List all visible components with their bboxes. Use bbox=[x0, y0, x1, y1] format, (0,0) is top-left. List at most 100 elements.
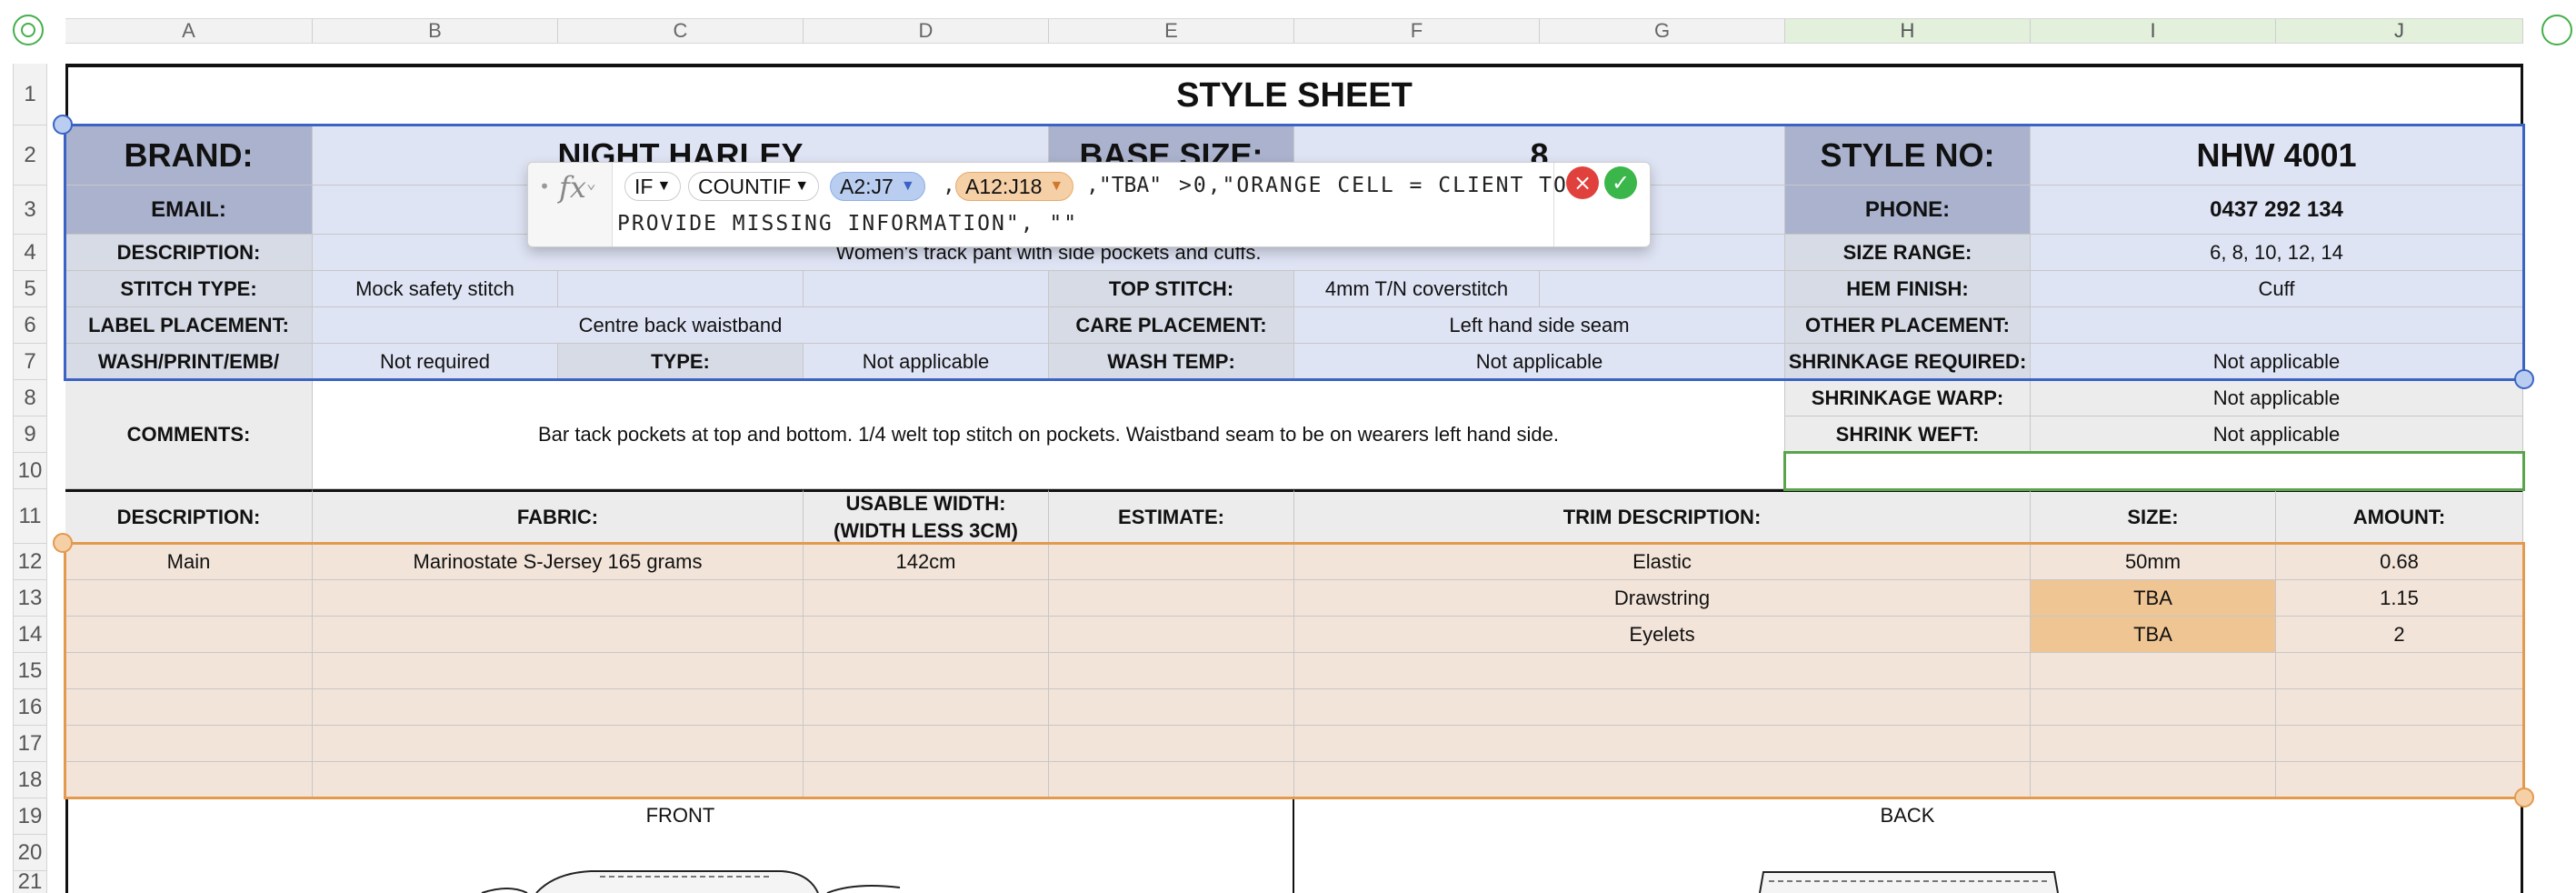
row-header-2[interactable]: 2 bbox=[13, 125, 47, 186]
sheet-title[interactable]: STYLE SHEET bbox=[65, 64, 2523, 125]
column-header-d[interactable]: D bbox=[804, 18, 1049, 44]
table-row-12-amount[interactable]: 0.68 bbox=[2276, 544, 2523, 580]
table-row[interactable] bbox=[65, 689, 313, 726]
row-header-16[interactable]: 16 bbox=[13, 689, 47, 726]
row-header-14[interactable]: 14 bbox=[13, 617, 47, 653]
row-header-1[interactable]: 1 bbox=[13, 64, 47, 125]
style-no-value[interactable]: NHW 4001 bbox=[2031, 125, 2523, 186]
cancel-formula-button[interactable]: × bbox=[1566, 166, 1599, 199]
table-row[interactable] bbox=[313, 726, 804, 762]
phone-value[interactable]: 0437 292 134 bbox=[2031, 186, 2523, 235]
row-header-5[interactable]: 5 bbox=[13, 271, 47, 307]
type-value[interactable]: Not applicable bbox=[804, 344, 1049, 380]
amount-header[interactable]: AMOUNT: bbox=[2276, 489, 2523, 544]
shrinkage-value[interactable]: Not applicable bbox=[2031, 344, 2523, 380]
token-range-a12-j18[interactable]: A12:J18 ▼ bbox=[955, 172, 1074, 201]
column-header-j[interactable]: J bbox=[2276, 18, 2523, 44]
table-row-13-trim[interactable]: Drawstring bbox=[1294, 580, 2031, 617]
table-row[interactable] bbox=[804, 762, 1049, 798]
brand-label[interactable]: BRAND: bbox=[65, 125, 313, 186]
table-row[interactable] bbox=[1049, 726, 1294, 762]
table-row-12-width[interactable]: 142cm bbox=[804, 544, 1049, 580]
function-button[interactable]: • fx ⌄ bbox=[528, 163, 613, 246]
stitch-type-value[interactable]: Mock safety stitch bbox=[313, 271, 558, 307]
column-header-f[interactable]: F bbox=[1294, 18, 1540, 44]
accept-formula-button[interactable]: ✓ bbox=[1604, 166, 1637, 199]
token-if[interactable]: IF ▼ bbox=[624, 172, 682, 201]
column-header-c[interactable]: C bbox=[558, 18, 804, 44]
table-row[interactable] bbox=[65, 762, 313, 798]
table-row-14-width[interactable] bbox=[804, 617, 1049, 653]
shrinkage-label[interactable]: SHRINKAGE REQUIRED: bbox=[1785, 344, 2031, 380]
top-stitch-label[interactable]: TOP STITCH: bbox=[1049, 271, 1294, 307]
hem-finish-label[interactable]: HEM FINISH: bbox=[1785, 271, 2031, 307]
cell-d5[interactable] bbox=[804, 271, 1049, 307]
table-row-12-trim[interactable]: Elastic bbox=[1294, 544, 2031, 580]
table-row-12-fabric[interactable]: Marinostate S-Jersey 165 grams bbox=[313, 544, 804, 580]
shrink-warp-value[interactable]: Not applicable bbox=[2031, 380, 2523, 416]
table-row[interactable] bbox=[1294, 689, 2031, 726]
table-row[interactable] bbox=[2031, 726, 2276, 762]
table-row-12-estimate[interactable] bbox=[1049, 544, 1294, 580]
table-row-12-description[interactable]: Main bbox=[65, 544, 313, 580]
table-row[interactable] bbox=[804, 726, 1049, 762]
type-label[interactable]: TYPE: bbox=[558, 344, 804, 380]
table-row[interactable] bbox=[804, 653, 1049, 689]
column-header-g[interactable]: G bbox=[1540, 18, 1785, 44]
row-header-4[interactable]: 4 bbox=[13, 235, 47, 271]
table-row-13-amount[interactable]: 1.15 bbox=[2276, 580, 2523, 617]
table-row[interactable] bbox=[65, 726, 313, 762]
care-placement-label[interactable]: CARE PLACEMENT: bbox=[1049, 307, 1294, 344]
table-row[interactable] bbox=[1294, 726, 2031, 762]
row-header-17[interactable]: 17 bbox=[13, 726, 47, 762]
add-column-icon[interactable] bbox=[2541, 15, 2572, 45]
cell-c5[interactable] bbox=[558, 271, 804, 307]
table-row[interactable] bbox=[2276, 653, 2523, 689]
table-row[interactable] bbox=[313, 653, 804, 689]
row-header-12[interactable]: 12 bbox=[13, 544, 47, 580]
table-row[interactable] bbox=[1049, 762, 1294, 798]
selected-cell-h10[interactable] bbox=[1785, 453, 2523, 489]
table-row-14-trim[interactable]: Eyelets bbox=[1294, 617, 2031, 653]
table-row-14-fabric[interactable] bbox=[313, 617, 804, 653]
table-row[interactable] bbox=[2031, 762, 2276, 798]
table-row-12-size[interactable]: 50mm bbox=[2031, 544, 2276, 580]
shrink-warp-label[interactable]: SHRINKAGE WARP: bbox=[1785, 380, 2031, 416]
row-header-19[interactable]: 19 bbox=[13, 798, 47, 835]
row-header-6[interactable]: 6 bbox=[13, 307, 47, 344]
description-label[interactable]: DESCRIPTION: bbox=[65, 235, 313, 271]
table-row-13-width[interactable] bbox=[804, 580, 1049, 617]
trim-description-header[interactable]: TRIM DESCRIPTION: bbox=[1294, 489, 2031, 544]
row-header-7[interactable]: 7 bbox=[13, 344, 47, 380]
table-row-13-estimate[interactable] bbox=[1049, 580, 1294, 617]
table-row[interactable] bbox=[1294, 653, 2031, 689]
token-range-a2-j7[interactable]: A2:J7 ▼ bbox=[830, 172, 925, 201]
row-header-20[interactable]: 20 bbox=[13, 835, 47, 871]
table-row[interactable] bbox=[313, 689, 804, 726]
select-all-icon[interactable] bbox=[13, 15, 44, 45]
cell-g5[interactable] bbox=[1540, 271, 1785, 307]
stitch-type-label[interactable]: STITCH TYPE: bbox=[65, 271, 313, 307]
size-header[interactable]: SIZE: bbox=[2031, 489, 2276, 544]
shrink-weft-value[interactable]: Not applicable bbox=[2031, 416, 2523, 453]
table-row-13-fabric[interactable] bbox=[313, 580, 804, 617]
column-header-b[interactable]: B bbox=[313, 18, 558, 44]
column-header-h[interactable]: H bbox=[1785, 18, 2031, 44]
wash-value[interactable]: Not required bbox=[313, 344, 558, 380]
size-range-value[interactable]: 6, 8, 10, 12, 14 bbox=[2031, 235, 2523, 271]
table-row[interactable] bbox=[1294, 762, 2031, 798]
table-row-13-description[interactable] bbox=[65, 580, 313, 617]
table-row[interactable] bbox=[804, 689, 1049, 726]
range-handle-orange-top-left-icon[interactable] bbox=[53, 533, 73, 553]
comments-value[interactable]: Bar tack pockets at top and bottom. 1/4 … bbox=[313, 380, 1785, 489]
row-header-18[interactable]: 18 bbox=[13, 762, 47, 798]
wash-label[interactable]: WASH/PRINT/EMB/ bbox=[65, 344, 313, 380]
style-no-label[interactable]: STYLE NO: bbox=[1785, 125, 2031, 186]
row-header-15[interactable]: 15 bbox=[13, 653, 47, 689]
label-placement-value[interactable]: Centre back waistband bbox=[313, 307, 1049, 344]
table-row[interactable] bbox=[313, 762, 804, 798]
row-header-3[interactable]: 3 bbox=[13, 186, 47, 235]
email-label[interactable]: EMAIL: bbox=[65, 186, 313, 235]
row-header-9[interactable]: 9 bbox=[13, 416, 47, 453]
top-stitch-value[interactable]: 4mm T/N coverstitch bbox=[1294, 271, 1540, 307]
